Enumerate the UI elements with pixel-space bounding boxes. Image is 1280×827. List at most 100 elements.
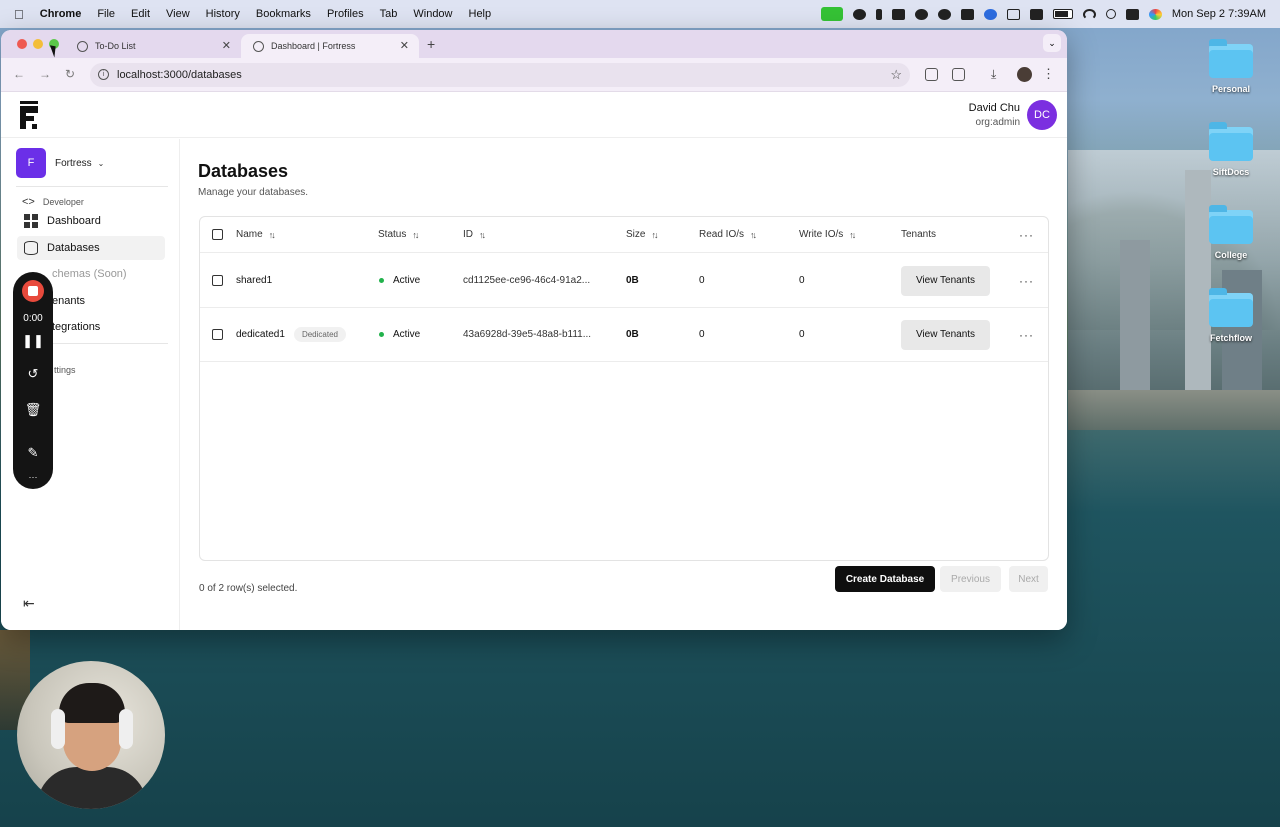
globe-icon <box>253 40 264 52</box>
back-icon[interactable]: ← <box>13 67 25 81</box>
next-page-button[interactable]: Next <box>1009 566 1048 592</box>
db-read: 0 <box>699 275 705 286</box>
desktop-folder-fetchflow[interactable]: Fetchflow <box>1196 288 1266 343</box>
headphones-icon <box>119 709 133 749</box>
tab-search-button[interactable]: ⌄ <box>1043 34 1061 52</box>
app-icon[interactable] <box>891 8 905 20</box>
close-window-button[interactable] <box>17 39 27 49</box>
search-icon[interactable] <box>1105 9 1116 19</box>
new-tab-button[interactable]: + <box>427 36 435 52</box>
control-center-icon[interactable] <box>1125 8 1139 20</box>
siri-icon[interactable] <box>1148 8 1162 20</box>
sidebar-item-dashboard[interactable]: Dashboard <box>17 209 165 233</box>
menu-window[interactable]: Window <box>413 8 452 20</box>
brightness-icon[interactable] <box>852 8 866 20</box>
code-icon: <> <box>22 196 35 208</box>
bookmark-star-icon[interactable]: ☆ <box>890 63 902 87</box>
fortress-logo[interactable] <box>20 101 38 129</box>
pause-icon[interactable]: ❚❚ <box>13 333 53 349</box>
sidebar-item-databases[interactable]: Databases <box>17 236 165 260</box>
column-status[interactable]: Status ↑↓ <box>378 217 419 252</box>
menu-help[interactable]: Help <box>469 8 492 20</box>
row-actions-icon[interactable]: ··· <box>1019 274 1034 288</box>
menu-file[interactable]: File <box>97 8 115 20</box>
sidebar-item-label: Dashboard <box>47 215 101 227</box>
reload-icon[interactable]: ↻ <box>65 67 75 81</box>
stop-recording-button[interactable] <box>22 280 44 302</box>
trash-icon[interactable]: 🗑 <box>13 402 53 418</box>
row-checkbox[interactable] <box>212 329 223 340</box>
forward-icon[interactable]: → <box>39 67 51 81</box>
menu-history[interactable]: History <box>206 8 240 20</box>
sidebar-section-developer: <> Developer <box>22 196 84 208</box>
close-tab-icon[interactable]: ✕ <box>400 39 409 52</box>
more-icon[interactable]: ··· <box>1019 228 1034 242</box>
db-read: 0 <box>699 329 705 340</box>
puzzle-icon[interactable] <box>952 68 965 81</box>
wifi-icon[interactable] <box>1082 8 1096 20</box>
battery-icon[interactable] <box>1052 9 1073 19</box>
view-tenants-button[interactable]: View Tenants <box>901 265 990 296</box>
column-read[interactable]: Read IO/s ↑↓ <box>699 217 757 252</box>
select-all-checkbox[interactable] <box>212 229 223 240</box>
desktop-tower <box>1185 170 1211 400</box>
row-actions-icon[interactable]: ··· <box>1019 328 1034 342</box>
site-info-icon[interactable]: i <box>98 69 109 80</box>
extension-icon[interactable] <box>925 68 938 81</box>
browser-window: To-Do List ✕ Dashboard | Fortress ✕ + ⌄ … <box>1 30 1067 630</box>
menu-clock[interactable]: Mon Sep 2 7:39AM <box>1172 8 1266 20</box>
folder-icon <box>1209 122 1253 161</box>
webcam-person-body <box>37 767 147 809</box>
desktop-pier <box>1068 390 1280 430</box>
sync-icon[interactable] <box>937 8 951 20</box>
app-header: David Chu org:admin DC <box>1 92 1067 138</box>
user-role: org:admin <box>975 117 1020 128</box>
apple-icon[interactable]:  <box>14 7 24 22</box>
db-id: cd1125ee-ce96-46c4-91a2... <box>463 275 591 286</box>
pen-icon[interactable]: ✎ <box>13 445 53 461</box>
menu-app[interactable]: Chrome <box>40 8 82 20</box>
menu-bookmarks[interactable]: Bookmarks <box>256 8 311 20</box>
arrows-icon[interactable] <box>875 8 882 20</box>
menu-edit[interactable]: Edit <box>131 8 150 20</box>
restart-icon[interactable]: ↺ <box>13 366 53 382</box>
menu-profiles[interactable]: Profiles <box>327 8 364 20</box>
download-icon[interactable]: ⤓ <box>991 67 996 82</box>
more-options-icon[interactable]: ··· <box>13 472 53 482</box>
create-database-button[interactable]: Create Database <box>835 566 935 592</box>
desktop-folder-siftdocs[interactable]: SiftDocs <box>1196 122 1266 177</box>
sidebar-section-settings[interactable]: ttings <box>54 365 76 375</box>
sidebar-item-label: Databases <box>47 242 100 254</box>
more-menu-icon[interactable]: ⋮ <box>1042 66 1055 82</box>
webcam-bubble[interactable] <box>17 661 165 809</box>
zoom-icon[interactable] <box>983 8 997 20</box>
user-avatar[interactable]: DC <box>1027 100 1057 130</box>
column-header-label: Status <box>378 229 407 240</box>
message-icon[interactable] <box>960 8 974 20</box>
tab-title: To-Do List <box>95 41 136 51</box>
column-name[interactable]: Name ↑↓ <box>236 217 276 252</box>
facetime-icon[interactable] <box>820 7 843 21</box>
column-size[interactable]: Size ↑↓ <box>626 217 658 252</box>
address-bar[interactable]: i localhost:3000/databases ☆ <box>90 63 910 87</box>
profile-avatar[interactable] <box>1017 67 1032 82</box>
previous-page-button[interactable]: Previous <box>940 566 1001 592</box>
cloud-icon[interactable] <box>914 8 928 20</box>
row-checkbox[interactable] <box>212 275 223 286</box>
view-tenants-button[interactable]: View Tenants <box>901 319 990 350</box>
close-tab-icon[interactable]: ✕ <box>222 39 231 52</box>
column-write[interactable]: Write IO/s ↑↓ <box>799 217 856 252</box>
column-header-label: Write IO/s <box>799 229 844 240</box>
desktop-folder-personal[interactable]: Personal <box>1196 39 1266 94</box>
menu-view[interactable]: View <box>166 8 190 20</box>
menu-tab[interactable]: Tab <box>380 8 398 20</box>
org-switcher[interactable]: F Fortress ⌄ <box>16 148 104 178</box>
font-icon[interactable] <box>1029 8 1043 20</box>
desktop-folder-college[interactable]: College <box>1196 205 1266 260</box>
column-id[interactable]: ID ↑↓ <box>463 217 486 252</box>
tab-todo[interactable]: To-Do List ✕ <box>65 34 241 58</box>
figma-icon[interactable] <box>1006 8 1020 20</box>
minimize-window-button[interactable] <box>33 39 43 49</box>
collapse-sidebar-icon[interactable]: ⇤ <box>23 595 35 612</box>
tab-dashboard[interactable]: Dashboard | Fortress ✕ <box>241 34 419 58</box>
